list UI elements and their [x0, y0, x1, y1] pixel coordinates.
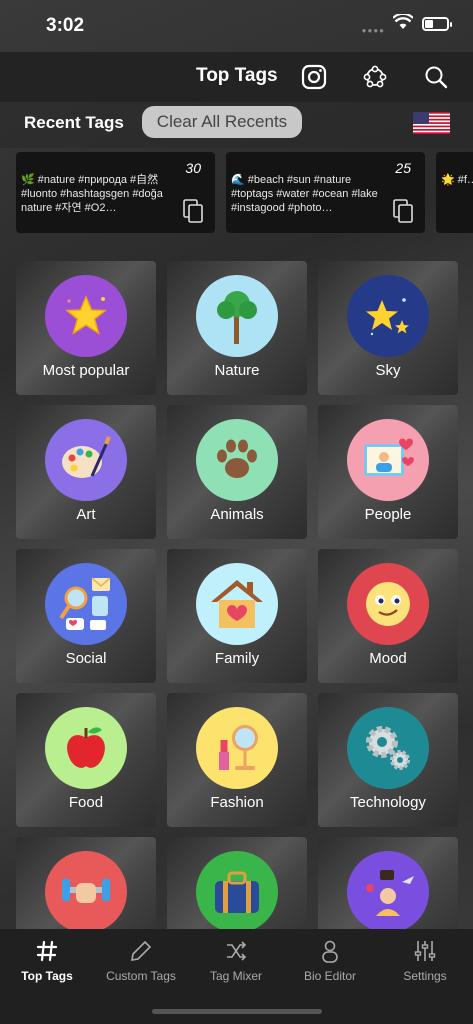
instagram-icon[interactable] [300, 63, 328, 91]
nav-bar: Top Tags [0, 52, 473, 102]
category-label: Food [68, 794, 104, 811]
category-label: People [364, 506, 412, 523]
copy-icon[interactable] [183, 199, 203, 223]
stars-night-icon [347, 275, 429, 357]
house-heart-icon [196, 563, 278, 645]
status-time: 3:02 [46, 15, 85, 36]
tab-bio-editor[interactable]: Bio Editor [283, 929, 377, 989]
palette-icon [45, 419, 127, 501]
apple-icon [45, 707, 127, 789]
category-label: Art [76, 506, 96, 523]
status-bar: 3:02 ●●●● [0, 0, 473, 52]
us-flag-icon[interactable] [413, 112, 450, 134]
tab-tag-mixer[interactable]: Tag Mixer [189, 929, 283, 989]
tab-label: Top Tags [21, 969, 73, 983]
travel-person-icon [347, 851, 429, 933]
copy-icon[interactable] [393, 199, 413, 223]
category-label: Social [65, 650, 107, 667]
category-most-popular[interactable]: Most popular [16, 261, 156, 395]
category-label: Nature [214, 362, 260, 379]
paw-icon [196, 419, 278, 501]
recent-tag-card[interactable]: 30 🌿 #nature #природа #自然 #luonto #hasht… [16, 152, 215, 233]
category-fashion[interactable]: Fashion [167, 693, 307, 827]
suitcase-icon [196, 851, 278, 933]
category-label: Animals [210, 506, 264, 523]
category-mood[interactable]: Mood [318, 549, 458, 683]
tab-label: Custom Tags [106, 969, 176, 983]
recent-tags-label: Recent Tags [24, 113, 124, 132]
tab-top-tags[interactable]: Top Tags [0, 929, 94, 989]
pencil-icon [131, 940, 152, 961]
clear-all-recents-button[interactable]: Clear All Recents [142, 106, 302, 138]
category-sky[interactable]: Sky [318, 261, 458, 395]
tab-custom-tags[interactable]: Custom Tags [94, 929, 188, 989]
category-label: Fashion [210, 794, 264, 811]
social-media-icon [45, 563, 127, 645]
category-social[interactable]: Social [16, 549, 156, 683]
category-label: Most popular [42, 362, 130, 379]
tab-settings[interactable]: Settings [378, 929, 472, 989]
tab-label: Tag Mixer [209, 969, 262, 983]
hashtag-icon [36, 940, 58, 962]
category-family[interactable]: Family [167, 549, 307, 683]
tab-label: Settings [403, 969, 447, 983]
category-label: Technology [350, 794, 426, 811]
smiley-face-icon [347, 563, 429, 645]
tag-text: 🌿 #nature #природа #自然 #luonto #hashtags… [21, 174, 163, 214]
person-icon [322, 940, 338, 963]
category-art[interactable]: Art [16, 405, 156, 539]
recent-tag-cards: 30 🌿 #nature #природа #自然 #luonto #hasht… [16, 152, 473, 234]
tree-icon [196, 275, 278, 357]
search-icon[interactable] [422, 63, 450, 91]
tag-text: 🌊 #beach #sun #nature #toptags #water #o… [231, 174, 378, 214]
recent-tag-card[interactable]: 25 🌊 #beach #sun #nature #toptags #water… [226, 152, 425, 233]
tag-count: 25 [395, 160, 411, 176]
star-sparkle-icon [45, 275, 127, 357]
tag-count: 30 [185, 160, 201, 176]
recent-tag-card[interactable]: 🌟 #f… #webs… #food… [436, 152, 473, 233]
recent-tags-bar: Recent Tags Clear All Recents [0, 102, 473, 148]
category-people[interactable]: People [318, 405, 458, 539]
category-animals[interactable]: Animals [167, 405, 307, 539]
gears-icon [347, 707, 429, 789]
category-food[interactable]: Food [16, 693, 156, 827]
page-title: Top Tags [196, 65, 278, 86]
tab-label: Bio Editor [303, 969, 357, 983]
category-label: Family [214, 650, 260, 667]
category-label: Mood [369, 650, 407, 667]
home-indicator[interactable] [152, 1009, 322, 1014]
shuffle-icon [227, 941, 247, 961]
cellular-signal-icon: ●●●● [361, 26, 385, 35]
wifi-icon [393, 14, 413, 29]
network-icon[interactable] [361, 63, 389, 91]
tab-bar: Top Tags Custom Tags Tag Mixer Bio Edito… [0, 929, 473, 1024]
category-nature[interactable]: Nature [167, 261, 307, 395]
sliders-icon [414, 941, 436, 961]
dumbbell-icon [45, 851, 127, 933]
tag-text: 🌟 #f… #webs… #food… [441, 174, 473, 186]
portrait-heart-icon [347, 419, 429, 501]
category-technology[interactable]: Technology [318, 693, 458, 827]
mirror-lipstick-icon [196, 707, 278, 789]
category-label: Sky [375, 362, 401, 379]
battery-icon [422, 17, 452, 31]
